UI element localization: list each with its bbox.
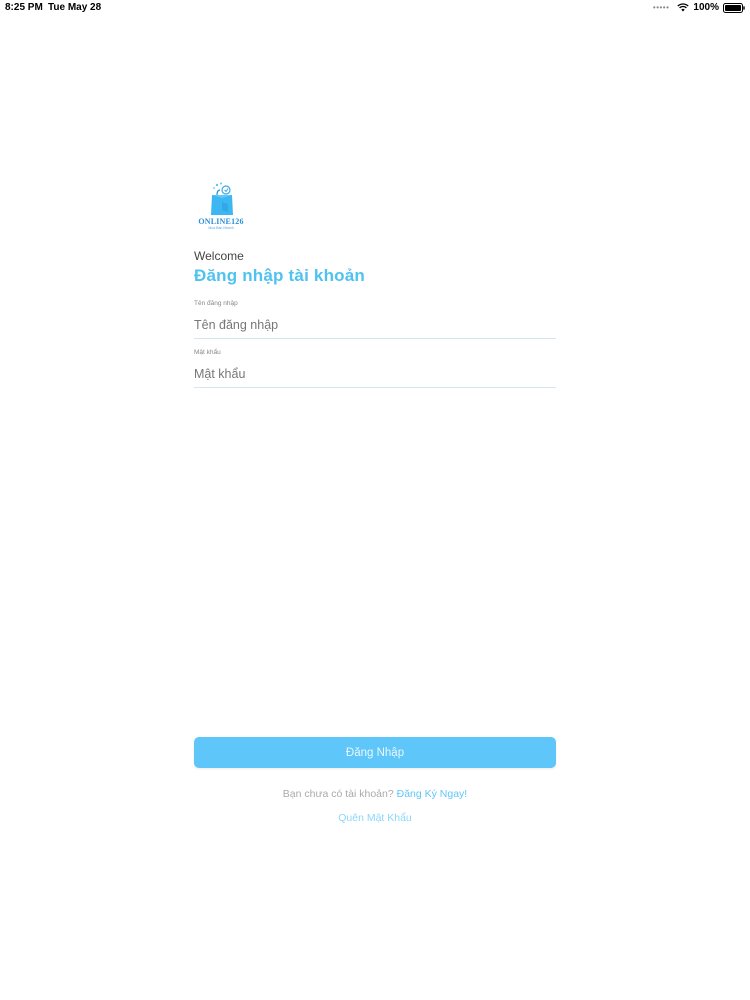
login-screen: 8:25 PM Tue May 28 ••••• 100% ONLINE126 … — [0, 0, 750, 1000]
battery-percentage: 100% — [693, 2, 719, 13]
password-field: Mật khẩu — [194, 349, 556, 388]
wifi-icon — [677, 3, 690, 12]
status-time: 8:25 PM — [5, 2, 43, 13]
status-indicators: ••••• 100% — [653, 2, 745, 13]
shopping-bag-icon — [211, 182, 233, 215]
status-bar: 8:25 PM Tue May 28 ••••• 100% — [0, 0, 750, 16]
login-button[interactable]: Đăng Nhập — [194, 737, 556, 768]
password-input[interactable] — [194, 361, 556, 388]
signup-prompt: Bạn chưa có tài khoản? — [282, 788, 394, 800]
status-date: Tue May 28 — [48, 2, 102, 13]
username-field: Tên đăng nhập — [194, 300, 556, 339]
battery-icon — [723, 2, 745, 13]
signal-dots-icon: ••••• — [652, 3, 670, 12]
signup-row: Bạn chưa có tài khoản? Đăng Ký Ngay! — [0, 788, 750, 800]
logo-text: ONLINE126 — [198, 217, 244, 226]
logo-tagline: Mua Bán Nhanh — [208, 226, 234, 230]
username-input[interactable] — [194, 312, 556, 339]
app-logo: ONLINE126 Mua Bán Nhanh — [194, 180, 248, 234]
username-label: Tên đăng nhập — [194, 300, 238, 307]
signup-link[interactable]: Đăng Ký Ngay! — [397, 788, 468, 800]
password-label: Mật khẩu — [194, 349, 221, 356]
welcome-text: Welcome — [194, 249, 244, 263]
page-title: Đăng nhập tài khoản — [194, 266, 365, 285]
forgot-password-link[interactable]: Quên Mật Khẩu — [0, 812, 750, 824]
